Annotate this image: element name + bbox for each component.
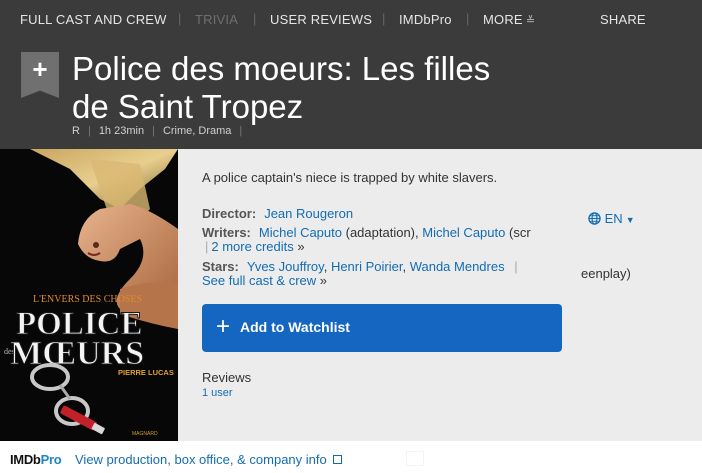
title-block: + Police des moeurs: Les filles de Saint… bbox=[0, 38, 702, 149]
meta-separator: | bbox=[87, 125, 91, 137]
full-cast-arrow: » bbox=[319, 273, 328, 288]
rating: R bbox=[72, 125, 80, 137]
poster-top-text: L'ENVERS DES CHOSES bbox=[33, 294, 142, 305]
writers-credit: Writers: Michel Caputo (adaptation), Mich… bbox=[202, 225, 531, 240]
meta-separator: | bbox=[239, 125, 243, 137]
full-cast-link[interactable]: See full cast & crew bbox=[202, 273, 316, 288]
stars-label: Stars: bbox=[202, 259, 239, 274]
more-credits-row: | 2 more credits » bbox=[202, 239, 305, 254]
director-link[interactable]: Jean Rougeron bbox=[264, 206, 353, 221]
plus-icon: + bbox=[32, 54, 48, 84]
writer-role: (adaptation), bbox=[345, 225, 419, 240]
plot-summary: A police captain's niece is trapped by w… bbox=[202, 170, 498, 185]
poster-author: PIERRE LUCAS bbox=[118, 368, 174, 377]
nav-more[interactable]: MORE ≚ bbox=[483, 12, 535, 27]
separator: | bbox=[205, 239, 209, 254]
full-cast-row: See full cast & crew » bbox=[202, 273, 327, 288]
user-reviews-link[interactable]: 1 user bbox=[202, 387, 233, 399]
reviews-heading: Reviews bbox=[202, 370, 252, 385]
nav-imdbpro[interactable]: IMDbPro bbox=[399, 12, 452, 27]
more-credits-link[interactable]: 2 more credits bbox=[211, 239, 293, 254]
poster-image[interactable]: L'ENVERS DES CHOSES POLICE des MŒURS PIE… bbox=[0, 149, 178, 441]
top-nav: FULL CAST AND CREW | TRIVIA | USER REVIE… bbox=[0, 0, 702, 38]
plus-icon: + bbox=[216, 313, 231, 340]
share-button[interactable]: SHARE bbox=[600, 12, 646, 27]
writer-link[interactable]: Michel Caputo bbox=[422, 225, 505, 240]
blank-box bbox=[406, 451, 424, 466]
add-to-watchlist-label: Add to Watchlist bbox=[240, 319, 350, 335]
add-to-watchlist-button[interactable]: + Add to Watchlist bbox=[202, 304, 562, 352]
stars-credit: Stars: Yves Jouffroy, Henri Poirier, Wand… bbox=[202, 259, 518, 274]
separator: | bbox=[514, 259, 518, 274]
imdbpro-logo-imdb: IMDb bbox=[10, 452, 41, 467]
star-link[interactable]: Henri Poirier bbox=[331, 259, 403, 274]
imdbpro-link[interactable]: View production, box office, & company i… bbox=[75, 452, 342, 467]
imdbpro-logo-pro: Pro bbox=[40, 452, 62, 467]
nav-separator: | bbox=[178, 11, 182, 26]
nav-separator: | bbox=[382, 11, 386, 26]
poster-title-line2: MŒURS bbox=[10, 335, 144, 372]
nav-full-cast[interactable]: FULL CAST AND CREW bbox=[20, 12, 167, 27]
page-title: Police des moeurs: Les filles de Saint T… bbox=[72, 50, 491, 125]
nav-separator: | bbox=[466, 11, 470, 26]
language-label: EN bbox=[604, 211, 623, 226]
watchlist-ribbon[interactable]: + bbox=[21, 52, 59, 98]
runtime: 1h 23min bbox=[98, 125, 145, 137]
poster-artwork: L'ENVERS DES CHOSES POLICE des MŒURS PIE… bbox=[0, 149, 178, 441]
nav-user-reviews[interactable]: USER REVIEWS bbox=[270, 12, 372, 27]
globe-icon bbox=[588, 212, 601, 225]
double-chevron-down-icon: ≚ bbox=[525, 15, 536, 27]
caret-down-icon: ▼ bbox=[625, 215, 635, 225]
title-overview: A police captain's niece is trapped by w… bbox=[178, 149, 702, 441]
writer-link[interactable]: Michel Caputo bbox=[259, 225, 342, 240]
writer-role-overflow: eenplay) bbox=[581, 266, 631, 281]
svg-text:MAGNARD: MAGNARD bbox=[132, 431, 158, 437]
star-link[interactable]: Wanda Mendres bbox=[410, 259, 505, 274]
director-label: Director: bbox=[202, 206, 257, 221]
imdbpro-bar: IMDbPro View production, box office, & c… bbox=[0, 441, 702, 473]
nav-trivia[interactable]: TRIVIA bbox=[195, 12, 238, 27]
imdbpro-link-label: View production, box office, & company i… bbox=[75, 452, 327, 467]
external-link-icon bbox=[332, 455, 342, 464]
language-selector[interactable]: EN ▼ bbox=[588, 211, 635, 226]
director-credit: Director: Jean Rougeron bbox=[202, 206, 353, 221]
nav-separator: | bbox=[253, 11, 257, 26]
writer-role: (scr bbox=[508, 225, 531, 240]
more-credits-arrow: » bbox=[297, 239, 305, 254]
nav-more-label: MORE bbox=[483, 12, 523, 27]
imdbpro-logo: IMDbPro bbox=[10, 452, 62, 467]
writers-label: Writers: bbox=[202, 225, 251, 240]
star-link[interactable]: Yves Jouffroy bbox=[247, 259, 324, 274]
meta-separator: | bbox=[152, 125, 155, 137]
genres[interactable]: Crime, Drama bbox=[163, 125, 231, 137]
title-meta: R | 1h 23min | Crime, Drama | bbox=[72, 125, 250, 137]
